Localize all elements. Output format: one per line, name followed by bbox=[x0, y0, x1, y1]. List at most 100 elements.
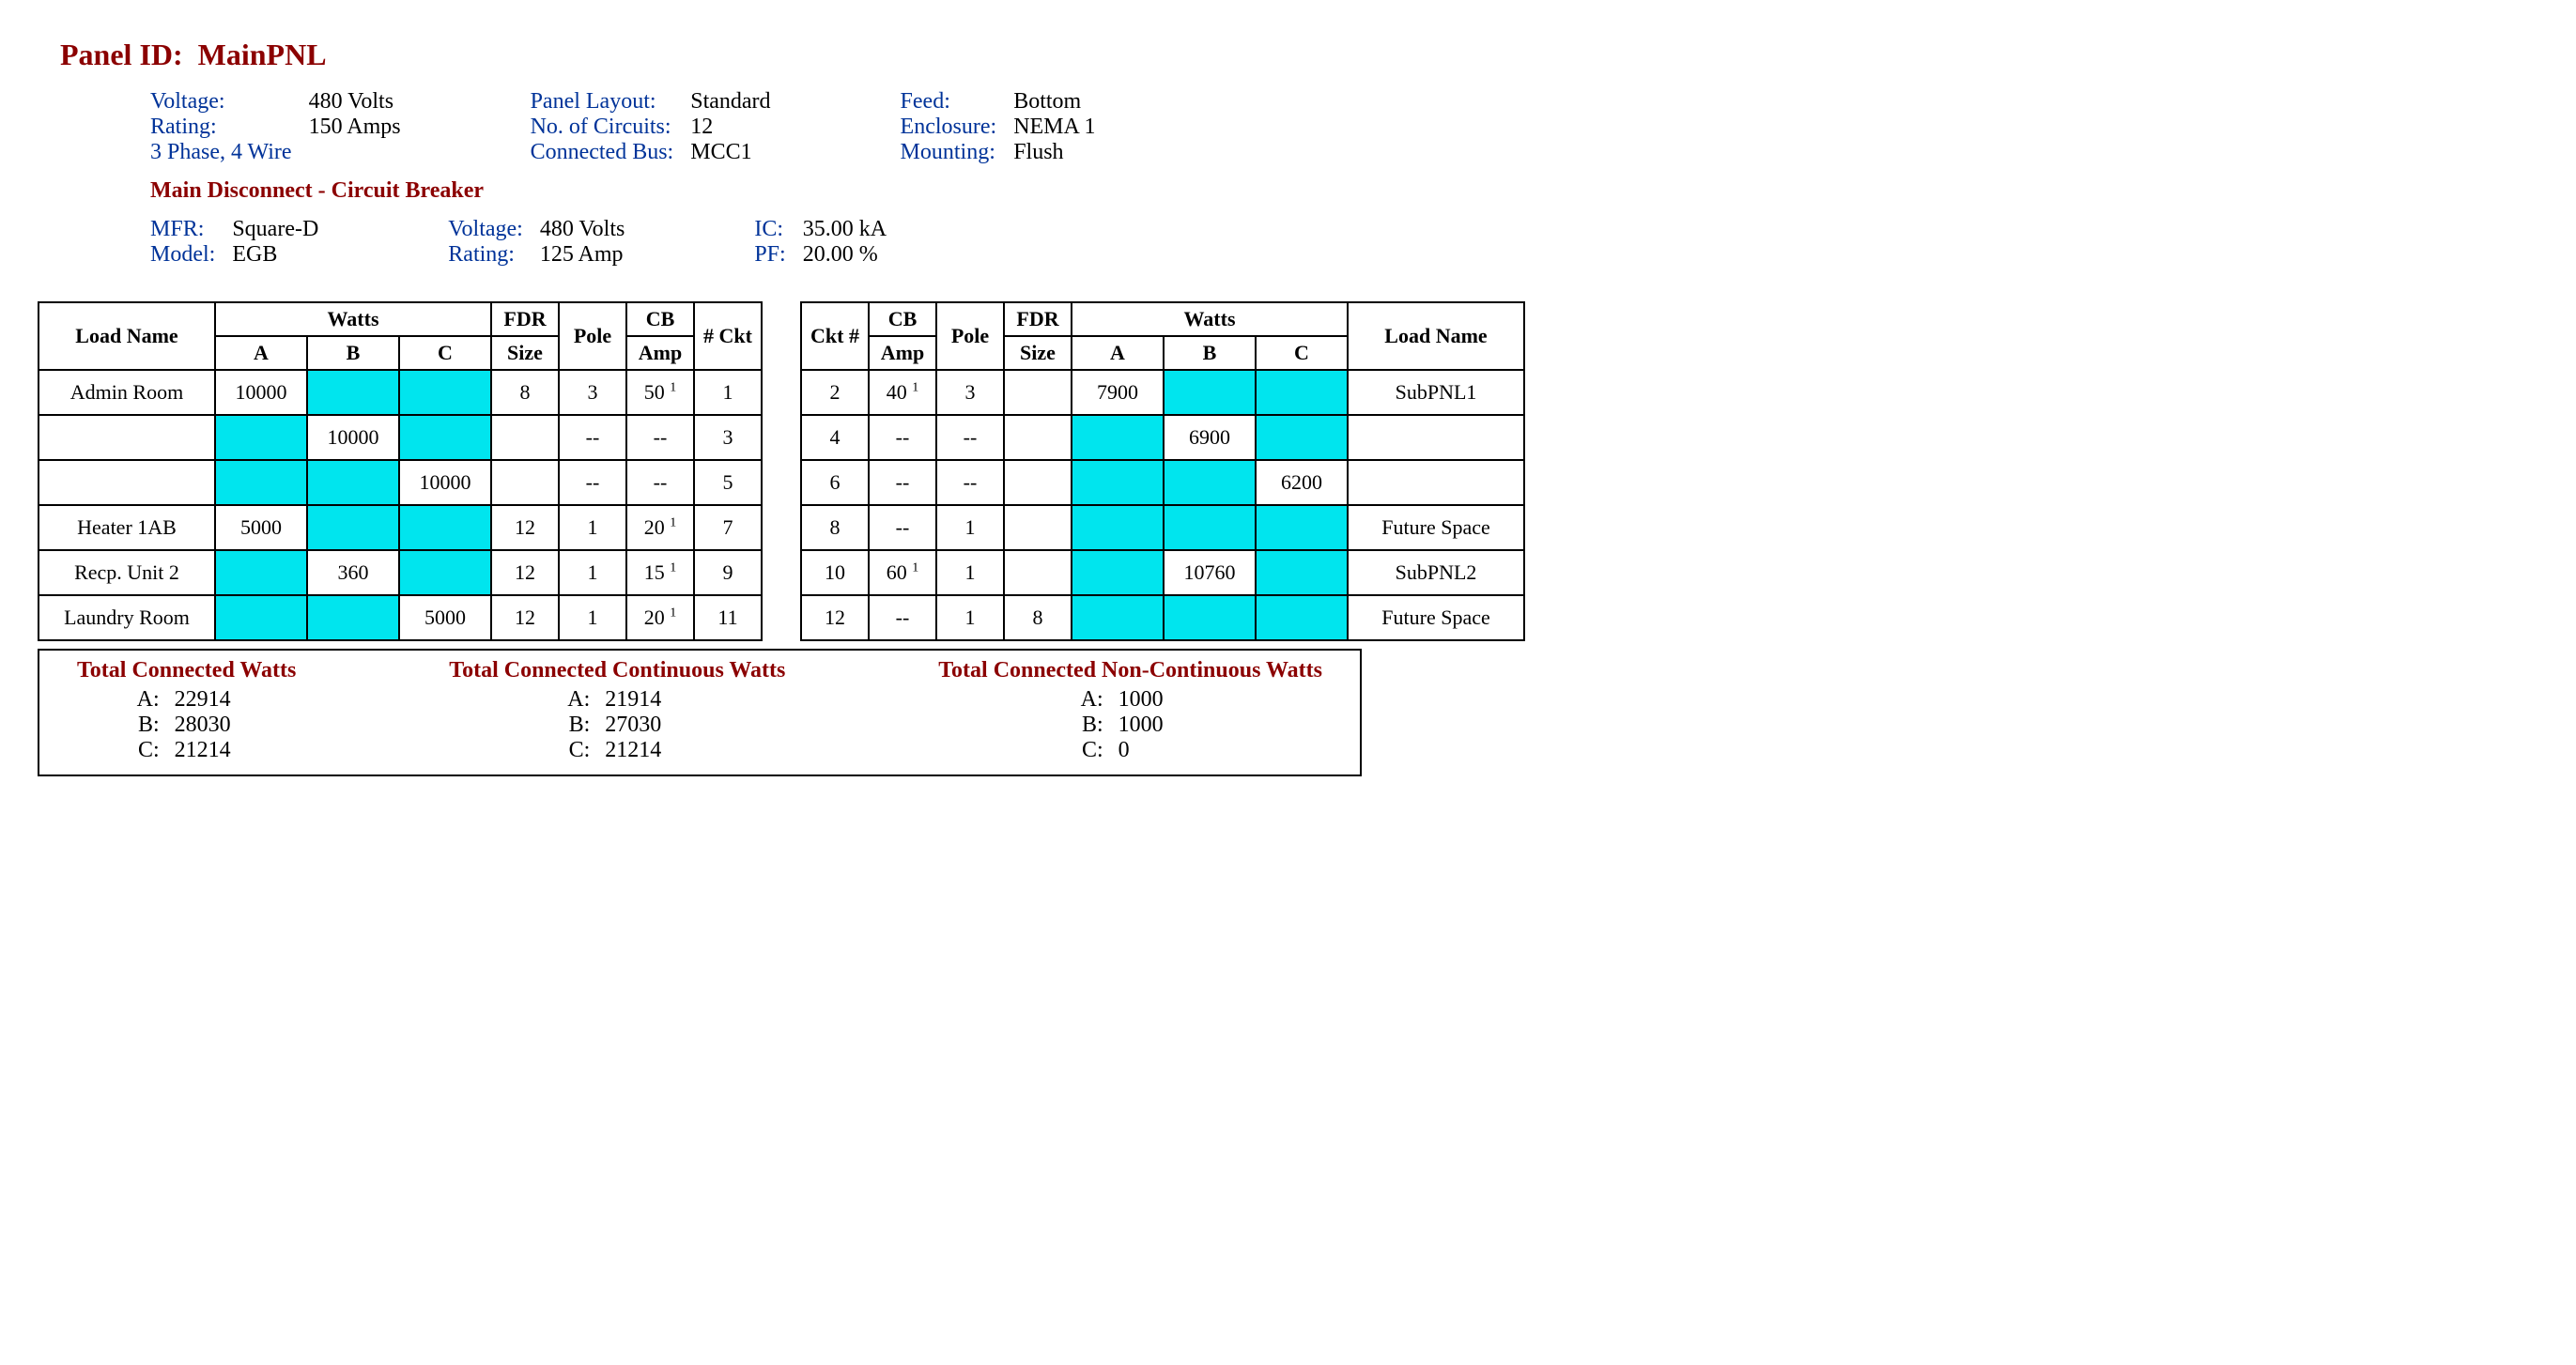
hdr-B-r: B bbox=[1164, 336, 1256, 370]
pole-cell: -- bbox=[559, 460, 626, 505]
ckt-cell: 10 bbox=[801, 550, 869, 595]
tnc-A: 1000 bbox=[1118, 687, 1184, 713]
totals-noncontinuous: Total Connected Non-Continuous Watts A: 1… bbox=[938, 658, 1322, 763]
totals-box: Total Connected Watts A:22914 B:28030 C:… bbox=[38, 649, 1362, 776]
cb-amp-cell: 20 1 bbox=[626, 505, 694, 550]
totals-continuous-title: Total Connected Continuous Watts bbox=[449, 658, 785, 683]
md-voltage-label: Voltage: bbox=[448, 217, 540, 242]
load-name-cell bbox=[39, 415, 215, 460]
ckt-cell: 8 bbox=[801, 505, 869, 550]
load-name-cell bbox=[1348, 460, 1524, 505]
ckt-cell: 3 bbox=[694, 415, 762, 460]
fdr-cell: 12 bbox=[491, 550, 559, 595]
cb-amp-cell: -- bbox=[626, 460, 694, 505]
panel-id-label: Panel ID: bbox=[60, 38, 183, 71]
pole-cell: -- bbox=[559, 415, 626, 460]
fdr-cell bbox=[1004, 415, 1072, 460]
ckt-cell: 1 bbox=[694, 370, 762, 415]
circuits-value: 12 bbox=[690, 115, 787, 140]
hdr-load-name-r: Load Name bbox=[1348, 302, 1524, 370]
tc-A-l: A: bbox=[133, 687, 160, 713]
tc-B: 28030 bbox=[175, 713, 240, 738]
watts-C-cell: 5000 bbox=[399, 595, 491, 640]
pole-cell: 1 bbox=[559, 550, 626, 595]
tnc-C-l: C: bbox=[1077, 738, 1103, 763]
table-row: 4----6900 bbox=[801, 415, 1524, 460]
md-rating-value: 125 Amp bbox=[540, 242, 641, 268]
watts-A-cell bbox=[215, 415, 307, 460]
panel-info-col3: Feed:Bottom Enclosure:NEMA 1 Mounting:Fl… bbox=[901, 89, 1113, 165]
hdr-pole: Pole bbox=[559, 302, 626, 370]
hdr-cb-amp-r: Amp bbox=[869, 336, 936, 370]
ckt-cell: 9 bbox=[694, 550, 762, 595]
tcc-B-l: B: bbox=[563, 713, 590, 738]
watts-B-cell: 360 bbox=[307, 550, 399, 595]
tcc-A-l: A: bbox=[563, 687, 590, 713]
tnc-B: 1000 bbox=[1118, 713, 1184, 738]
hdr-pole-r: Pole bbox=[936, 302, 1004, 370]
feed-value: Bottom bbox=[1013, 89, 1112, 115]
tcc-C: 21214 bbox=[605, 738, 671, 763]
hdr-fdr-r: FDR bbox=[1004, 302, 1072, 336]
panel-info-col1: Voltage:480 Volts Rating:150 Amps 3 Phas… bbox=[150, 89, 418, 165]
watts-C-cell bbox=[399, 550, 491, 595]
fdr-cell bbox=[491, 460, 559, 505]
mounting-value: Flush bbox=[1013, 140, 1112, 165]
table-row: 8--1Future Space bbox=[801, 505, 1524, 550]
tnc-C: 0 bbox=[1118, 738, 1184, 763]
cb-amp-cell: -- bbox=[869, 415, 936, 460]
cb-amp-cell: 40 1 bbox=[869, 370, 936, 415]
watts-C-cell bbox=[1256, 370, 1348, 415]
schedule-left-table: Load Name Watts FDR Pole CB # Ckt A B C … bbox=[38, 301, 763, 641]
ckt-cell: 6 bbox=[801, 460, 869, 505]
cb-amp-cell: 20 1 bbox=[626, 595, 694, 640]
watts-B-cell bbox=[1164, 505, 1256, 550]
totals-continuous: Total Connected Continuous Watts A:21914… bbox=[449, 658, 785, 763]
cb-amp-cell: 15 1 bbox=[626, 550, 694, 595]
feed-label: Feed: bbox=[901, 89, 1014, 115]
fdr-cell: 8 bbox=[1004, 595, 1072, 640]
pole-cell: -- bbox=[936, 415, 1004, 460]
tnc-A-l: A: bbox=[1077, 687, 1103, 713]
watts-C-cell: 10000 bbox=[399, 460, 491, 505]
layout-label: Panel Layout: bbox=[531, 89, 691, 115]
hdr-fdr-size: Size bbox=[491, 336, 559, 370]
model-label: Model: bbox=[150, 242, 232, 268]
watts-B-cell bbox=[307, 370, 399, 415]
ckt-cell: 4 bbox=[801, 415, 869, 460]
ckt-cell: 2 bbox=[801, 370, 869, 415]
hdr-cb-r: CB bbox=[869, 302, 936, 336]
ckt-cell: 7 bbox=[694, 505, 762, 550]
load-name-cell bbox=[39, 460, 215, 505]
table-row: 10000----3 bbox=[39, 415, 762, 460]
mounting-label: Mounting: bbox=[901, 140, 1014, 165]
panel-id-value: MainPNL bbox=[198, 38, 327, 71]
watts-B-cell bbox=[1164, 460, 1256, 505]
cb-amp-cell: 50 1 bbox=[626, 370, 694, 415]
tcc-B: 27030 bbox=[605, 713, 671, 738]
hdr-cb: CB bbox=[626, 302, 694, 336]
hdr-ckt: # Ckt bbox=[694, 302, 762, 370]
pole-cell: 1 bbox=[559, 505, 626, 550]
watts-A-cell bbox=[1072, 415, 1164, 460]
load-name-cell: Future Space bbox=[1348, 505, 1524, 550]
cb-amp-cell: 60 1 bbox=[869, 550, 936, 595]
fdr-cell: 8 bbox=[491, 370, 559, 415]
md-col3: IC:35.00 kA PF:20.00 % bbox=[754, 217, 903, 268]
model-value: EGB bbox=[232, 242, 335, 268]
fdr-cell: 12 bbox=[491, 505, 559, 550]
totals-noncont-title: Total Connected Non-Continuous Watts bbox=[938, 658, 1322, 683]
hdr-A: A bbox=[215, 336, 307, 370]
hdr-ckt2: Ckt # bbox=[801, 302, 869, 370]
hdr-B: B bbox=[307, 336, 399, 370]
watts-B-cell bbox=[307, 460, 399, 505]
cb-amp-cell: -- bbox=[626, 415, 694, 460]
watts-C-cell bbox=[399, 370, 491, 415]
enclosure-value: NEMA 1 bbox=[1013, 115, 1112, 140]
hdr-watts: Watts bbox=[215, 302, 491, 336]
layout-value: Standard bbox=[690, 89, 787, 115]
ic-label: IC: bbox=[754, 217, 802, 242]
watts-A-cell bbox=[1072, 550, 1164, 595]
rating-value: 150 Amps bbox=[309, 115, 418, 140]
watts-C-cell bbox=[1256, 595, 1348, 640]
